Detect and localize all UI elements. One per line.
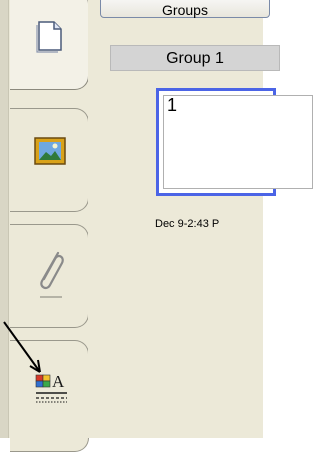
page-thumbnail[interactable]: 1 (156, 88, 313, 196)
page-sorter-panel: Groups Group 1 1 Dec 9-2:43 P (88, 0, 313, 438)
page-icon (36, 21, 62, 53)
tab-page-sorter[interactable] (10, 0, 89, 90)
annotation-arrow (3, 321, 41, 373)
group-header[interactable]: Group 1 (110, 45, 280, 71)
picture-icon (34, 137, 66, 165)
page-thumbnail-canvas: 1 (163, 95, 313, 189)
tab-attachments[interactable] (10, 224, 89, 328)
page-number: 1 (167, 95, 178, 115)
tab-gallery[interactable] (10, 108, 89, 212)
page-caption: Dec 9-2:43 P (155, 218, 220, 230)
paperclip-icon (40, 251, 64, 298)
groups-button[interactable]: Groups (100, 0, 270, 18)
screenshot-stage: A Groups Group 1 1 Dec 9-2:43 P (0, 0, 313, 452)
